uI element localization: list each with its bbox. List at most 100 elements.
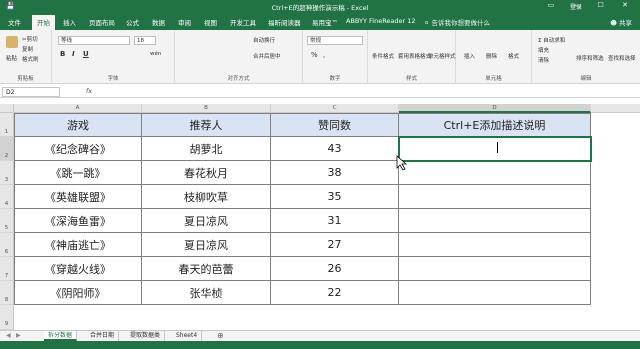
row-header[interactable]: 7 (0, 257, 14, 281)
column-header-c[interactable]: C (271, 104, 399, 113)
active-cell-d2[interactable] (398, 136, 592, 162)
tab-foxit-reader[interactable]: 福昕阅读器 (268, 17, 301, 27)
table-cell[interactable]: 27 (271, 233, 399, 257)
table-cell[interactable]: 《深海鱼雷》 (14, 209, 142, 233)
table-cell[interactable]: 夏日凉风 (142, 233, 271, 257)
table-cell[interactable]: 《阴阳师》 (14, 281, 142, 305)
table-cell[interactable] (399, 281, 591, 305)
table-cell[interactable]: 夏日凉风 (142, 209, 271, 233)
table-cell[interactable]: 22 (271, 281, 399, 305)
table-cell[interactable]: 《神庙逃亡》 (14, 233, 142, 257)
table-cell[interactable] (399, 185, 591, 209)
find-select-button[interactable]: 查找和选择 (608, 54, 636, 62)
tab-file[interactable]: 文件 (8, 17, 21, 27)
row-header[interactable]: 6 (0, 233, 14, 257)
tab-page-layout[interactable]: 页面布局 (89, 17, 115, 27)
row-header[interactable]: 9 (0, 305, 14, 330)
underline-button[interactable]: U (83, 50, 89, 58)
cut-button[interactable]: ✂剪切 (22, 35, 38, 43)
sort-filter-button[interactable]: 排序和筛选 (576, 54, 604, 62)
prev-sheet-icon[interactable]: ◀ (6, 332, 11, 339)
header-cell-recommender[interactable]: 推荐人 (142, 113, 271, 137)
comma-button[interactable]: , (323, 51, 325, 59)
column-header-d[interactable]: D (399, 104, 591, 113)
table-cell[interactable]: 31 (271, 209, 399, 233)
tab-review[interactable]: 审阅 (178, 17, 191, 27)
next-sheet-icon[interactable]: ▶ (16, 332, 21, 339)
table-cell[interactable]: 春花秋月 (142, 161, 271, 185)
conditional-format-button[interactable]: 条件格式 (372, 52, 394, 60)
fx-icon[interactable]: fx (86, 87, 92, 95)
row-header[interactable]: 2 (0, 137, 14, 161)
clear-button[interactable]: 清除 (538, 56, 549, 64)
formula-input[interactable] (100, 87, 636, 97)
italic-button[interactable]: I (72, 50, 75, 58)
fill-button[interactable]: 填充 (538, 46, 549, 54)
table-cell[interactable]: 春天的芭蕾 (142, 257, 271, 281)
sheet-tab-split-data[interactable]: 拆分数据 (44, 331, 78, 341)
tell-me-search[interactable]: ⚪ 告诉我你想要做什么 (424, 17, 490, 27)
merge-center-button[interactable]: 合并后居中 (253, 52, 281, 60)
table-cell[interactable]: 《穿越火线》 (14, 257, 142, 281)
tab-formulas[interactable]: 公式 (126, 17, 139, 27)
table-cell[interactable]: 《纪念碑谷》 (14, 137, 142, 161)
lightbulb-icon: ⚪ (424, 19, 432, 27)
header-cell-description[interactable]: Ctrl+E添加描述说明 (399, 113, 591, 137)
tab-home[interactable]: 开始 (32, 15, 55, 30)
row-header[interactable]: 1 (0, 113, 14, 137)
table-cell[interactable]: 张华桢 (142, 281, 271, 305)
row-header[interactable]: 4 (0, 185, 14, 209)
format-cells-button[interactable]: 格式 (508, 52, 519, 60)
table-cell[interactable]: 43 (271, 137, 399, 161)
column-header-e[interactable] (591, 104, 640, 113)
table-cell[interactable]: 胡萝北 (142, 137, 271, 161)
phonetic-button[interactable]: wén (150, 51, 161, 57)
table-cell[interactable]: 枝柳吹草 (142, 185, 271, 209)
sheet-tab-sheet4[interactable]: Sheet4 (172, 331, 203, 341)
table-cell[interactable] (399, 257, 591, 281)
row-header[interactable]: 3 (0, 161, 14, 185)
insert-cells-button[interactable]: 插入 (464, 52, 475, 60)
column-header-b[interactable]: B (142, 104, 271, 113)
table-cell[interactable]: 《跳一跳》 (14, 161, 142, 185)
header-cell-likes[interactable]: 赞同数 (271, 113, 399, 137)
tab-developer[interactable]: 开发工具 (230, 17, 256, 27)
table-cell[interactable] (399, 161, 591, 185)
delete-cells-button[interactable]: 删除 (486, 52, 497, 60)
format-as-table-button[interactable]: 套用表格格式 (398, 52, 431, 60)
tab-insert[interactable]: 插入 (63, 17, 76, 27)
sheet-tab-merge-date[interactable]: 合并日期 (86, 331, 120, 341)
column-header-a[interactable]: A (14, 104, 142, 113)
paste-icon[interactable] (6, 36, 18, 48)
share-button[interactable]: ☻ 共享 (610, 17, 632, 27)
font-size-select[interactable]: 18 (134, 36, 156, 45)
row-header[interactable]: 8 (0, 281, 14, 305)
format-painter-button[interactable]: 格式刷 (22, 55, 39, 63)
tab-data[interactable]: 数据 (152, 17, 165, 27)
table-cell[interactable]: 35 (271, 185, 399, 209)
number-format-select[interactable]: 常规 (307, 36, 363, 45)
row-header[interactable]: 5 (0, 209, 14, 233)
paste-button[interactable]: 粘贴 (6, 54, 17, 62)
tab-abbyy[interactable]: ABBYY FineReader 12 (346, 17, 416, 25)
tab-view[interactable]: 视图 (204, 17, 217, 27)
table-cell[interactable] (399, 233, 591, 257)
sheet-tab-extract-data[interactable]: 提取数据类 (126, 331, 166, 341)
name-box[interactable]: D2 (2, 87, 60, 97)
copy-button[interactable]: 复制 (22, 45, 33, 53)
table-cell[interactable] (399, 209, 591, 233)
bold-button[interactable]: B (60, 50, 65, 58)
select-all-corner[interactable] (0, 104, 14, 113)
font-name-select[interactable]: 等线 (58, 36, 130, 45)
table-cell[interactable]: 26 (271, 257, 399, 281)
cell-styles-button[interactable]: 单元格样式 (428, 52, 456, 60)
percent-button[interactable]: % (311, 51, 318, 59)
tab-easy-tools[interactable]: 易用宝™ (312, 17, 338, 27)
add-sheet-icon[interactable]: ⊕ (217, 331, 224, 341)
autosum-button[interactable]: Σ 自动求和 (538, 36, 565, 44)
wrap-text-button[interactable]: 自动换行 (253, 36, 275, 44)
table-cell[interactable]: 38 (271, 161, 399, 185)
header-cell-game[interactable]: 游戏 (14, 113, 142, 137)
window-controls[interactable]: ▭ — ☐ ✕ (548, 1, 636, 9)
table-cell[interactable]: 《英雄联盟》 (14, 185, 142, 209)
